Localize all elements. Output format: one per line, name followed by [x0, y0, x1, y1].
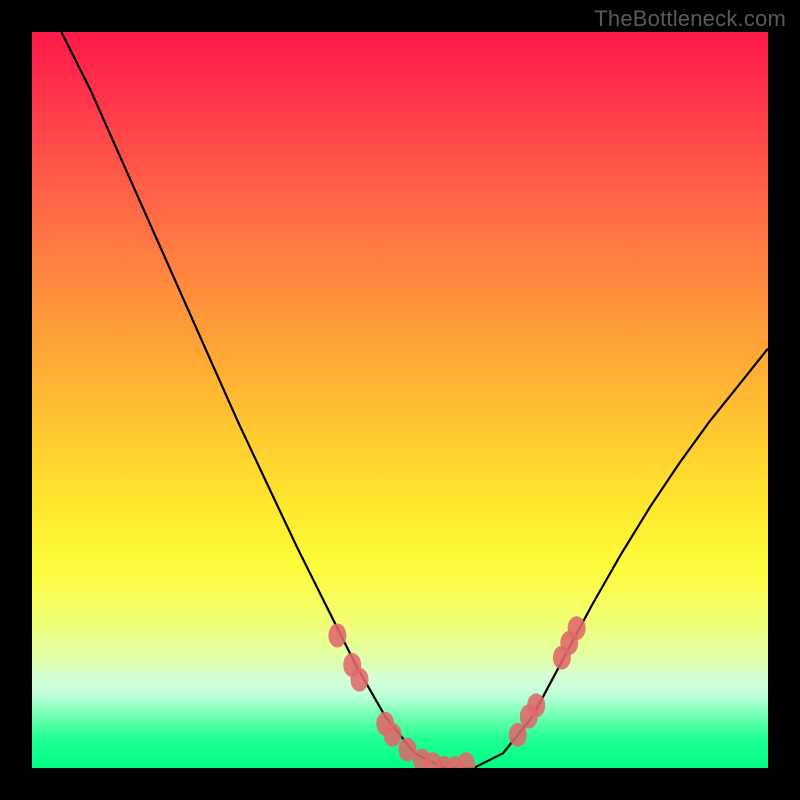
- watermark-text: TheBottleneck.com: [594, 6, 786, 32]
- data-point-marker: [384, 723, 402, 747]
- data-point-marker: [568, 616, 586, 640]
- data-point-marker: [351, 668, 369, 692]
- chart-plot-area: [32, 32, 768, 768]
- data-point-markers: [32, 32, 768, 768]
- data-point-marker: [527, 693, 545, 717]
- data-point-marker: [328, 624, 346, 648]
- data-point-marker: [457, 752, 475, 768]
